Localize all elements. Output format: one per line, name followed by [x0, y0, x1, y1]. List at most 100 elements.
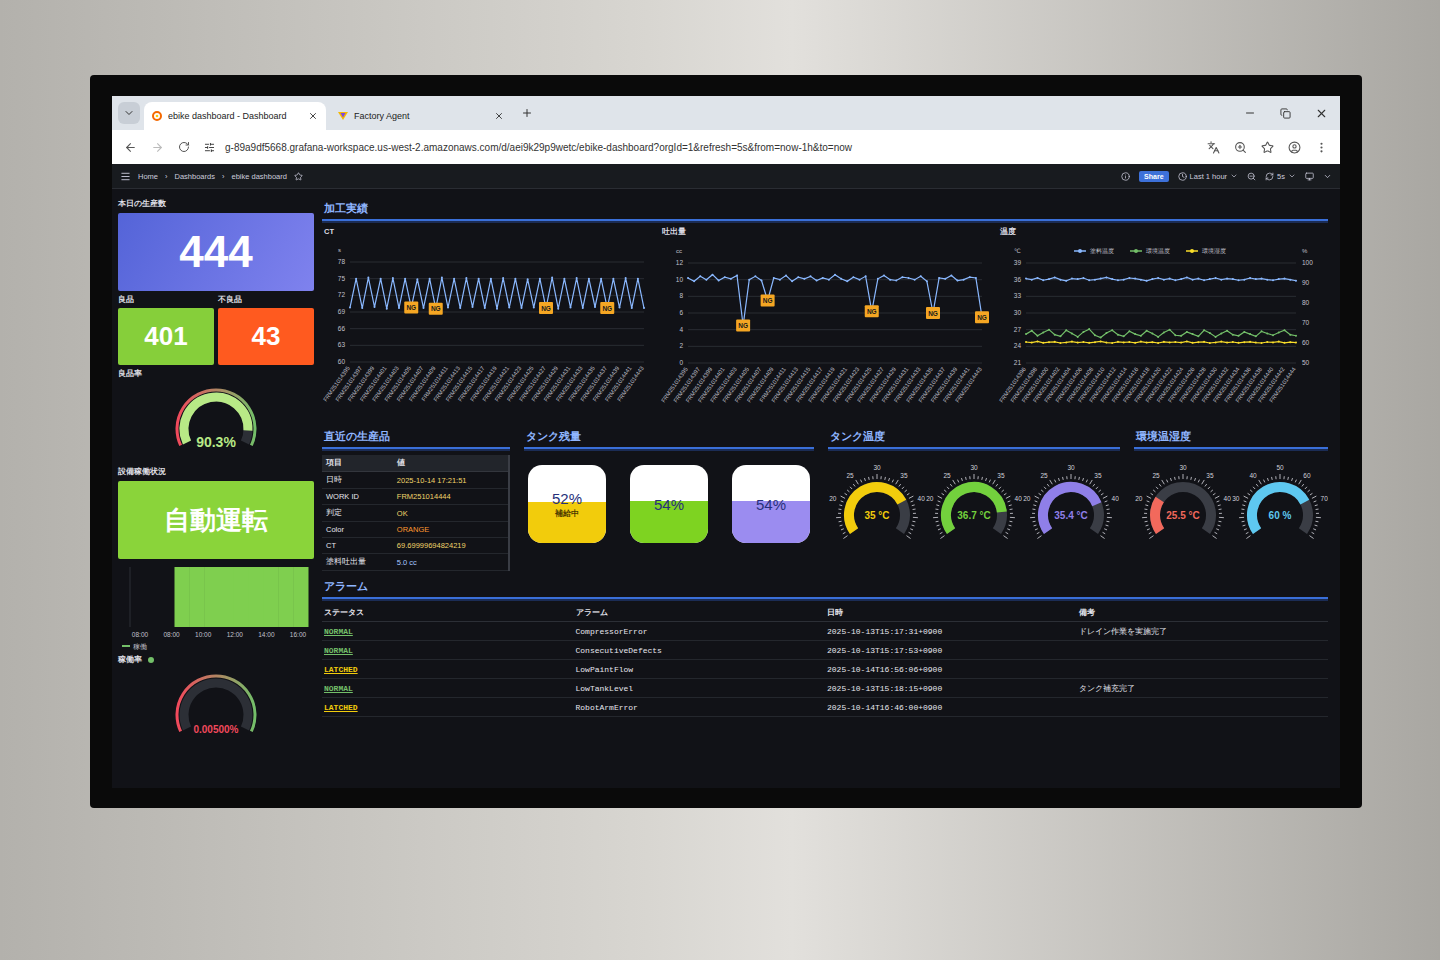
close-icon[interactable]	[494, 111, 504, 121]
back-icon[interactable]	[124, 141, 137, 154]
chevron-down-icon[interactable]	[1323, 172, 1332, 181]
restore-icon[interactable]	[1280, 108, 1291, 119]
tank-card: 52%補給中	[528, 465, 606, 543]
svg-text:NG: NG	[602, 305, 612, 312]
data-point	[846, 280, 848, 282]
profile-icon[interactable]	[1288, 141, 1301, 154]
data-point	[625, 277, 627, 279]
data-point	[465, 277, 467, 279]
panel-title: 本日の生産数	[118, 199, 314, 209]
data-point	[1077, 342, 1079, 344]
data-point	[1180, 278, 1182, 280]
data-point	[1174, 334, 1176, 336]
zoom-out-icon[interactable]	[1247, 172, 1256, 181]
gauge-value: 25.5 °C	[1166, 510, 1199, 521]
data-point	[1128, 341, 1130, 343]
close-icon[interactable]	[308, 111, 318, 121]
data-point	[380, 278, 382, 280]
status-link[interactable]: LATCHED	[324, 665, 358, 674]
y-tick: 39	[1014, 259, 1022, 266]
chart-title: CT	[322, 227, 652, 236]
column-header: 項目	[322, 455, 393, 472]
zoom-icon[interactable]	[1234, 141, 1247, 154]
data-point	[1226, 342, 1228, 344]
data-point	[1238, 279, 1240, 281]
tab-label: ebike dashboard - Dashboard	[168, 111, 302, 121]
minimize-icon[interactable]	[1244, 107, 1256, 119]
panel-title: 良品率	[118, 369, 314, 379]
status-link[interactable]: NORMAL	[324, 627, 353, 636]
status-row: 直近の生産品項目値日時2025-10-14 17:21:51WORK IDFRM…	[322, 427, 1328, 571]
data-point	[1215, 277, 1217, 279]
info-icon[interactable]	[1121, 172, 1130, 181]
data-point	[1289, 341, 1291, 343]
data-point	[423, 307, 425, 309]
svg-text:NG: NG	[977, 314, 987, 321]
time-range-picker[interactable]: Last 1 hour	[1178, 172, 1239, 181]
gauge-tick-label: 25	[846, 472, 854, 479]
data-point	[1140, 335, 1142, 337]
breadcrumb[interactable]: Home	[138, 172, 158, 181]
data-point	[1025, 341, 1027, 343]
data-point	[1088, 342, 1090, 344]
ng-marker: NG	[600, 302, 614, 314]
breadcrumb[interactable]: Dashboards	[175, 172, 215, 181]
reload-icon[interactable]	[178, 141, 190, 153]
share-button[interactable]: Share	[1139, 171, 1168, 182]
status-link[interactable]: LATCHED	[324, 703, 358, 712]
data-point	[1134, 333, 1136, 335]
data-point	[1232, 334, 1234, 336]
data-point	[1295, 335, 1297, 337]
kiosk-icon[interactable]	[1305, 172, 1314, 181]
new-tab-button[interactable]	[516, 102, 538, 124]
table-row: WORK IDFRM251014444	[322, 489, 509, 505]
star-icon[interactable]	[294, 172, 303, 181]
x-tick: 08:00	[132, 631, 149, 638]
y-tick: 72	[338, 291, 346, 298]
data-point	[1163, 331, 1165, 333]
data-point	[1232, 278, 1234, 280]
recent-table: 項目値日時2025-10-14 17:21:51WORK IDFRM251014…	[322, 455, 510, 571]
data-point	[1146, 280, 1148, 282]
y-tick: 78	[338, 258, 346, 265]
svg-text:環境温度: 環境温度	[1146, 247, 1170, 254]
bookmark-icon[interactable]	[1261, 141, 1274, 154]
browser-tab[interactable]: ebike dashboard - Dashboard	[144, 102, 326, 130]
panel-title: 設備稼働状況	[118, 467, 314, 477]
gauge-value: 60 %	[1268, 510, 1291, 521]
close-window-icon[interactable]	[1315, 107, 1328, 120]
status-link[interactable]: NORMAL	[324, 646, 353, 655]
data-point	[1226, 330, 1228, 332]
data-point	[785, 275, 787, 277]
data-point	[950, 275, 952, 277]
data-point	[1249, 277, 1251, 279]
data-point	[1140, 341, 1142, 343]
tab-search-button[interactable]	[118, 102, 140, 124]
agent-logo-icon	[338, 111, 348, 121]
breadcrumb[interactable]: ebike dashboard	[231, 172, 286, 181]
charts-row: CT78757269666360sNGNGNGNGFRM251014395FRM…	[322, 227, 1328, 423]
browser-tab[interactable]: Factory Agent	[330, 102, 512, 130]
y-tick: 63	[338, 341, 346, 348]
y-tick: 75	[338, 275, 346, 282]
data-point	[1215, 336, 1217, 338]
url-field[interactable]: g-89a9df5668.grafana-workspace.us-west-2…	[204, 142, 1193, 153]
translate-icon[interactable]	[1207, 141, 1220, 154]
forward-icon[interactable]	[151, 141, 164, 154]
menu-icon[interactable]	[1315, 141, 1328, 154]
refresh-picker[interactable]: 5s	[1265, 172, 1296, 181]
status-link[interactable]: NORMAL	[324, 684, 353, 693]
data-point	[1197, 278, 1199, 280]
grid-line: 36	[1014, 276, 1296, 283]
grid-line: 39	[1014, 259, 1296, 266]
svg-text:NG: NG	[406, 304, 416, 311]
site-settings-icon[interactable]	[204, 142, 215, 153]
data-point	[1197, 335, 1199, 337]
data-point	[969, 276, 971, 278]
data-point	[1025, 278, 1027, 280]
data-point	[1266, 279, 1268, 281]
hamburger-icon[interactable]	[120, 171, 131, 182]
data-point	[1197, 341, 1199, 343]
y-tick-right: 70	[1302, 319, 1310, 326]
gauge-tick-label: 70	[1320, 495, 1327, 502]
